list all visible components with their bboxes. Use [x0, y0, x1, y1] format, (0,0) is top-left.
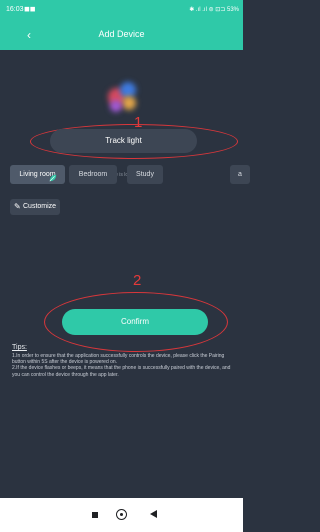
recent-apps-icon[interactable]	[92, 512, 98, 518]
page-title: Add Device	[98, 29, 145, 39]
status-time: 16:03	[6, 6, 24, 13]
room-chip-study[interactable]: Study	[127, 165, 163, 184]
annotation-marker-2: 2	[133, 272, 142, 289]
system-nav-bar	[0, 498, 243, 532]
status-bar: 16:03 ◼◼ ✱ .ıl .ıl ⊜ ⊡⊐ 53%	[0, 0, 243, 20]
device-name-field[interactable]: Track light	[50, 129, 197, 153]
room-chip-more[interactable]: a	[230, 165, 250, 184]
confirm-button[interactable]: Confirm	[62, 309, 208, 335]
tips-title: Tips:	[12, 344, 27, 351]
tip-item: 1.In order to ensure that the applicatio…	[12, 353, 225, 366]
room-selector: Living room Bedroom Study a	[10, 165, 250, 185]
home-icon[interactable]	[116, 509, 127, 520]
tip-item: 2.If the device flashes or beeps, it mea…	[12, 365, 231, 378]
header-bar: ‹ Add Device	[0, 20, 243, 50]
leaf-icon	[49, 174, 57, 182]
status-right-icons: ✱ .ıl .ıl ⊜ ⊡⊐ 53%	[189, 7, 239, 13]
device-image	[102, 76, 144, 118]
room-chip-living-room[interactable]: Living room	[10, 165, 65, 184]
tips-body: 1.In order to ensure that the applicatio…	[12, 353, 238, 378]
status-notification-icons: ◼◼	[24, 6, 36, 13]
customize-button[interactable]: ✎ Customize	[10, 199, 60, 215]
back-icon[interactable]	[150, 510, 157, 518]
pencil-icon: ✎	[14, 202, 21, 211]
customize-label: Customize	[23, 203, 57, 210]
room-chip-bedroom[interactable]: Bedroom	[69, 165, 117, 184]
